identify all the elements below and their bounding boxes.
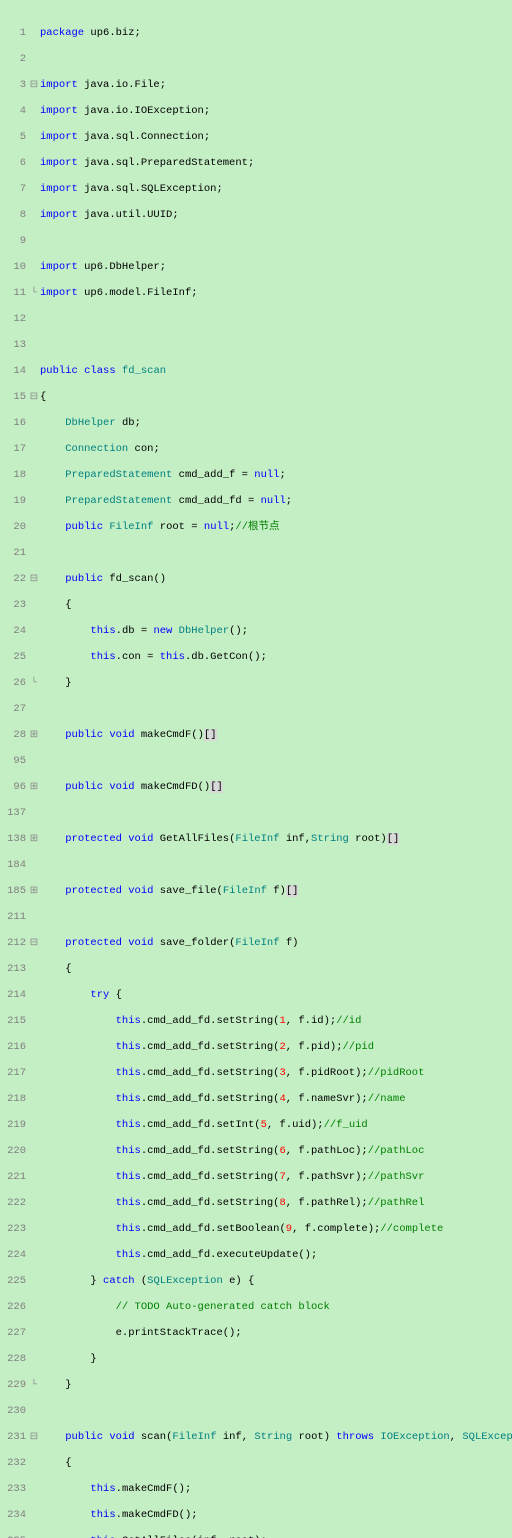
line-number: 1 xyxy=(2,27,28,40)
code-editor[interactable]: 1package up6.biz; 2 3⊟import java.io.Fil… xyxy=(0,0,512,1538)
fold-toggle[interactable]: ⊞ xyxy=(28,833,40,846)
fold-toggle[interactable]: ⊟ xyxy=(28,391,40,404)
fold-toggle[interactable]: ⊟ xyxy=(28,79,40,92)
fold-toggle[interactable]: ⊟ xyxy=(28,937,40,950)
fold-toggle[interactable]: ⊞ xyxy=(28,885,40,898)
code-area[interactable]: 1package up6.biz; 2 3⊟import java.io.Fil… xyxy=(0,0,512,1538)
fold-toggle[interactable]: ⊟ xyxy=(28,573,40,586)
fold-toggle[interactable]: ⊞ xyxy=(28,729,40,742)
fold-toggle[interactable]: ⊟ xyxy=(28,1431,40,1444)
fold-toggle[interactable]: ⊞ xyxy=(28,781,40,794)
